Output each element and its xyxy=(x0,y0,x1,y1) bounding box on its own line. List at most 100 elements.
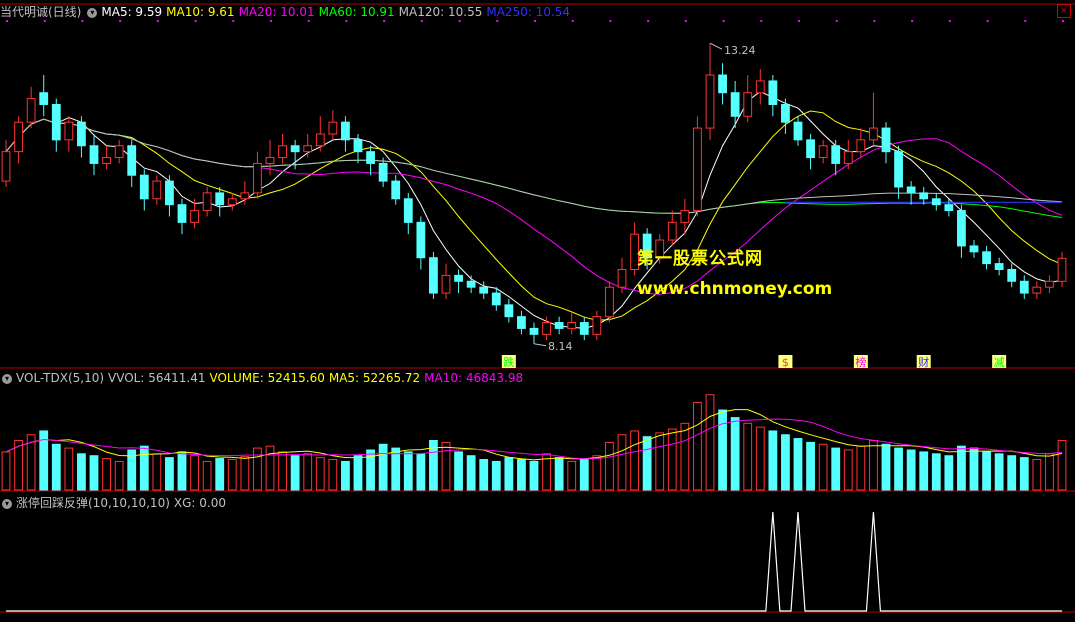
candle-body xyxy=(328,121,338,135)
volume-bar xyxy=(479,459,489,491)
event-marker-0: 跌 xyxy=(503,355,514,369)
candle-body xyxy=(177,204,187,223)
volume-bar xyxy=(504,457,514,491)
candle-body xyxy=(693,127,702,212)
candle-body xyxy=(353,139,363,153)
candle-body xyxy=(391,180,401,200)
candle-body xyxy=(931,198,941,206)
volume-bar xyxy=(328,459,338,491)
candle-body xyxy=(77,121,86,147)
candle-body xyxy=(1057,257,1067,282)
candle-body xyxy=(303,145,313,153)
volume-bar xyxy=(818,443,828,491)
volume-bar xyxy=(743,422,753,491)
candle-body xyxy=(479,286,489,294)
volume-bar xyxy=(278,451,287,491)
candle-body xyxy=(491,292,501,306)
volume-bar xyxy=(403,451,413,491)
settings-icon[interactable]: ▾ xyxy=(87,7,98,18)
candle-body xyxy=(567,322,577,329)
ma60-label: MA60: 10.91 xyxy=(318,5,395,19)
volume-bar xyxy=(1,451,11,491)
volume-bar xyxy=(831,447,841,491)
xg-label: XG: 0.00 xyxy=(173,496,226,510)
volume-label: VOLUME: 52415.60 xyxy=(209,371,325,385)
volume-bar xyxy=(843,449,853,491)
candle-body xyxy=(215,192,225,206)
volume-bar xyxy=(869,439,878,491)
candle-body xyxy=(969,245,979,253)
volume-bar xyxy=(617,434,627,491)
candle-body xyxy=(39,92,49,106)
candle-body xyxy=(240,192,250,200)
volume-bar xyxy=(894,447,903,491)
event-dot xyxy=(760,20,763,22)
candle-body xyxy=(617,269,627,288)
candle-body xyxy=(831,145,841,164)
volume-bar xyxy=(227,459,237,491)
candle-body xyxy=(278,145,287,159)
volume-bar xyxy=(969,447,979,491)
candle-body xyxy=(139,174,149,200)
signal-settings-icon[interactable]: ▾ xyxy=(2,498,12,509)
candle-body xyxy=(341,121,350,141)
price-header: 当代明诚(日线) ▾ MA5: 9.59 MA10: 9.61 MA20: 10.01 M… xyxy=(0,3,574,21)
candle-body xyxy=(265,157,275,164)
candle-body xyxy=(1032,286,1042,294)
candle-body xyxy=(529,327,539,335)
candle-body xyxy=(605,286,614,318)
volume-bar xyxy=(454,451,463,491)
volume-bar xyxy=(693,401,702,491)
candle-body xyxy=(982,251,991,265)
vvol-label: VVOL: 56411.41 xyxy=(108,371,206,385)
close-icon[interactable]: × xyxy=(1057,4,1071,18)
volume-bar xyxy=(856,445,866,491)
candle-body xyxy=(680,210,690,223)
candle-body xyxy=(165,180,174,206)
volume-bar xyxy=(341,460,350,491)
candle-body xyxy=(89,145,99,164)
volume-settings-icon[interactable]: ▾ xyxy=(2,373,12,384)
candle-body xyxy=(667,221,677,241)
candle-body xyxy=(542,322,551,335)
ma10-label: MA10: 9.61 xyxy=(166,5,235,19)
volume-bar xyxy=(177,451,187,491)
event-marker-3: 财 xyxy=(918,355,929,369)
volume-bar xyxy=(139,445,149,491)
volume-bar xyxy=(919,451,929,491)
volume-bar xyxy=(982,451,991,491)
candle-body xyxy=(730,92,740,117)
volume-bar xyxy=(755,426,765,491)
chart-canvas: 13.24 8.14 跌 $ 榜 财 减 xyxy=(0,3,1075,613)
ma10-line xyxy=(5,110,1063,321)
volume-bar xyxy=(190,455,199,491)
xg-signal-line xyxy=(6,511,1062,612)
candle-body xyxy=(705,74,715,129)
watermark-url: www.chnmoney.com xyxy=(637,279,833,299)
candle-body xyxy=(843,151,853,164)
candle-body xyxy=(592,316,602,335)
volume-bar xyxy=(1032,459,1042,491)
volume-bar xyxy=(1019,457,1029,491)
candle-body xyxy=(253,162,262,194)
candle-body xyxy=(919,192,929,200)
event-dot xyxy=(1024,20,1027,22)
volume-bar xyxy=(944,455,954,491)
candle-body xyxy=(1,151,11,182)
volume-bar xyxy=(517,459,526,491)
event-dot xyxy=(1062,20,1064,22)
volume-bar xyxy=(64,447,74,491)
volume-bar xyxy=(781,434,790,491)
volume-bar xyxy=(391,447,401,491)
candle-body xyxy=(466,280,476,288)
candle-body xyxy=(416,221,426,259)
volume-bar xyxy=(680,422,690,491)
volume-bar xyxy=(89,455,99,491)
chart-window: 13.24 8.14 跌 $ 榜财减 当代明诚(日线) ▾ MA5: 9.59 MA10: 9… xyxy=(0,0,1075,618)
signal-header: ▾ 涨停回踩反弹(10,10,10,10) XG: 0.00 xyxy=(0,494,230,512)
volume-bar xyxy=(114,460,124,491)
volume-bar xyxy=(881,443,891,491)
volume-bar xyxy=(102,458,111,491)
ma20-label: MA20: 10.01 xyxy=(238,5,315,19)
event-dot xyxy=(948,20,951,22)
